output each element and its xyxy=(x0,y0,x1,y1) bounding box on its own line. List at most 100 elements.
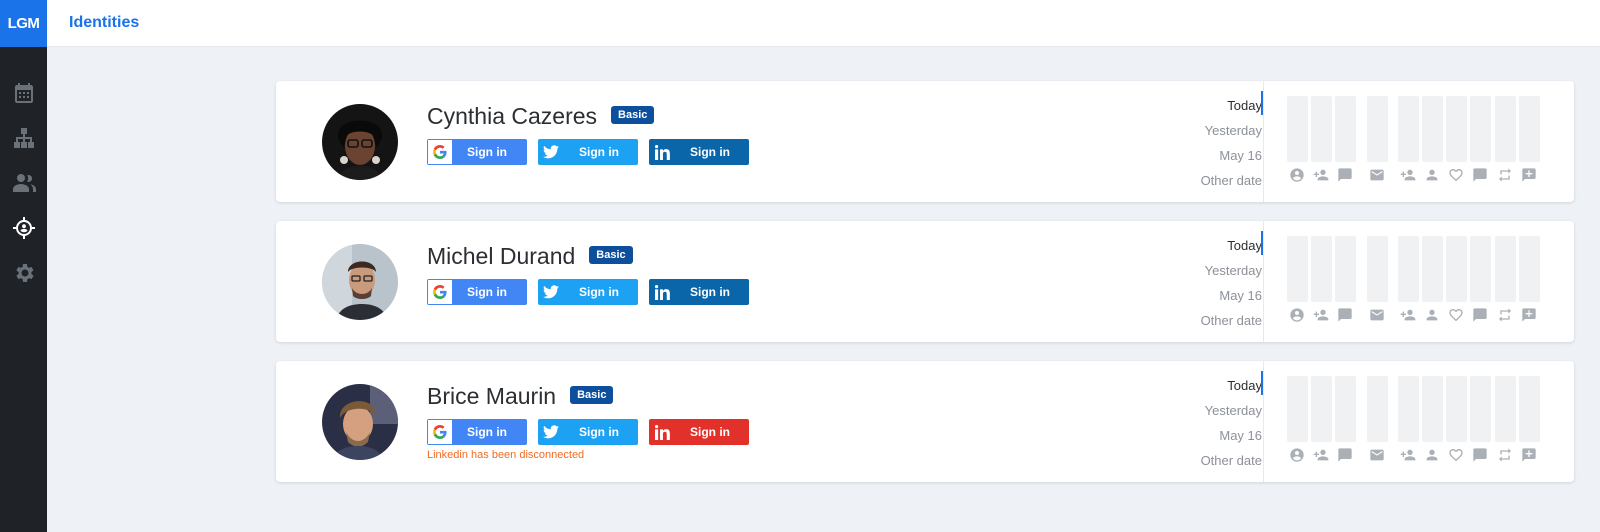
linkedin-sign-in-label: Sign in xyxy=(690,145,730,159)
heart-icon xyxy=(1448,447,1464,463)
identity-card: Michel Durand Basic Sign in Sign in Sign … xyxy=(276,221,1574,342)
comment-icon xyxy=(1337,167,1353,183)
add-person-icon xyxy=(1400,447,1416,463)
comment-icon xyxy=(1472,307,1488,323)
sidebar-item-users[interactable] xyxy=(0,160,47,205)
avatar xyxy=(322,244,398,320)
activity-bar xyxy=(1519,96,1540,162)
mail-icon xyxy=(1369,167,1385,183)
identity-name-text: Brice Maurin xyxy=(427,383,557,409)
linkedin-sign-in-button[interactable]: Sign in xyxy=(649,279,749,305)
identity-name: Brice Maurin Basic xyxy=(427,383,614,410)
identity-name: Michel Durand Basic xyxy=(427,243,633,270)
activity-bar xyxy=(1446,236,1467,302)
activity-bar xyxy=(1495,376,1516,442)
profile-icon xyxy=(1289,447,1305,463)
calendar-icon xyxy=(14,82,33,103)
sidebar-item-settings[interactable] xyxy=(0,250,47,295)
google-sign-in-label: Sign in xyxy=(467,285,507,299)
linkedin-sign-in-button[interactable]: Sign in xyxy=(649,419,749,445)
add-comment-icon xyxy=(1521,307,1537,323)
twitter-icon xyxy=(538,139,564,165)
activity-bar xyxy=(1398,376,1419,442)
heart-icon xyxy=(1448,307,1464,323)
linkedin-sign-in-label: Sign in xyxy=(690,425,730,439)
divider xyxy=(1263,221,1264,342)
sidebar-item-hierarchy[interactable] xyxy=(0,115,47,160)
comment-icon xyxy=(1472,447,1488,463)
twitter-sign-in-button[interactable]: Sign in xyxy=(538,279,638,305)
retweet-icon xyxy=(1497,167,1513,183)
divider xyxy=(1263,81,1264,202)
google-icon xyxy=(428,140,452,164)
date-option-other[interactable]: Other date xyxy=(1201,308,1262,333)
date-option-may-16[interactable]: May 16 xyxy=(1201,423,1262,448)
add-person-icon xyxy=(1400,167,1416,183)
linkedin-icon xyxy=(649,419,675,445)
twitter-sign-in-label: Sign in xyxy=(579,145,619,159)
date-option-may-16[interactable]: May 16 xyxy=(1201,143,1262,168)
activity-bar xyxy=(1470,376,1491,442)
avatar xyxy=(322,104,398,180)
identity-card: Brice Maurin Basic Sign in Sign in Sign i… xyxy=(276,361,1574,482)
date-option-yesterday[interactable]: Yesterday xyxy=(1201,258,1262,283)
date-selector: Today Yesterday May 16 Other date xyxy=(1201,373,1262,473)
selected-date-marker xyxy=(1261,231,1263,255)
sidebar-item-identities[interactable] xyxy=(0,205,47,250)
date-option-today[interactable]: Today xyxy=(1201,233,1262,258)
activity-bar xyxy=(1367,236,1388,302)
sitemap-icon xyxy=(13,127,34,148)
date-selector: Today Yesterday May 16 Other date xyxy=(1201,233,1262,333)
activity-bar xyxy=(1367,376,1388,442)
date-option-yesterday[interactable]: Yesterday xyxy=(1201,118,1262,143)
sign-in-buttons: Sign in Sign in Sign in xyxy=(427,139,749,165)
add-person-icon xyxy=(1313,307,1329,323)
plan-badge: Basic xyxy=(611,105,655,124)
plan-badge: Basic xyxy=(570,385,614,404)
google-sign-in-button[interactable]: Sign in xyxy=(427,139,527,165)
date-option-other[interactable]: Other date xyxy=(1201,168,1262,193)
mail-icon xyxy=(1369,307,1385,323)
retweet-icon xyxy=(1497,307,1513,323)
sidebar-item-calendar[interactable] xyxy=(0,70,47,115)
comment-icon xyxy=(1337,307,1353,323)
sign-in-buttons: Sign in Sign in Sign in xyxy=(427,279,749,305)
date-option-today[interactable]: Today xyxy=(1201,373,1262,398)
users-icon xyxy=(12,173,36,192)
date-option-other[interactable]: Other date xyxy=(1201,448,1262,473)
selected-date-marker xyxy=(1261,91,1263,115)
identity-name-text: Cynthia Cazeres xyxy=(427,103,598,129)
twitter-icon xyxy=(538,419,564,445)
google-sign-in-button[interactable]: Sign in xyxy=(427,419,527,445)
google-sign-in-button[interactable]: Sign in xyxy=(427,279,527,305)
app-logo[interactable]: LGM xyxy=(0,0,47,47)
activity-bar xyxy=(1335,236,1356,302)
activity-bar xyxy=(1495,236,1516,302)
comment-icon xyxy=(1337,447,1353,463)
activity-bar xyxy=(1470,236,1491,302)
comment-icon xyxy=(1472,167,1488,183)
add-person-icon xyxy=(1400,307,1416,323)
avatar xyxy=(322,384,398,460)
activity-bar xyxy=(1287,96,1308,162)
date-option-yesterday[interactable]: Yesterday xyxy=(1201,398,1262,423)
twitter-sign-in-label: Sign in xyxy=(579,425,619,439)
activity-bar xyxy=(1398,236,1419,302)
activity-bar xyxy=(1287,376,1308,442)
identity-name: Cynthia Cazeres Basic xyxy=(427,103,655,130)
twitter-sign-in-button[interactable]: Sign in xyxy=(538,139,638,165)
google-icon xyxy=(428,280,452,304)
linkedin-sign-in-label: Sign in xyxy=(690,285,730,299)
selected-date-marker xyxy=(1261,371,1263,395)
google-sign-in-label: Sign in xyxy=(467,145,507,159)
date-option-today[interactable]: Today xyxy=(1201,93,1262,118)
person-icon xyxy=(1424,447,1440,463)
identity-list: Cynthia Cazeres Basic Sign in Sign in Sig… xyxy=(276,81,1574,501)
linkedin-icon xyxy=(649,139,675,165)
activity-bar xyxy=(1422,376,1443,442)
date-option-may-16[interactable]: May 16 xyxy=(1201,283,1262,308)
linkedin-sign-in-button[interactable]: Sign in xyxy=(649,139,749,165)
twitter-sign-in-button[interactable]: Sign in xyxy=(538,419,638,445)
sidebar-nav xyxy=(0,70,47,295)
google-sign-in-label: Sign in xyxy=(467,425,507,439)
